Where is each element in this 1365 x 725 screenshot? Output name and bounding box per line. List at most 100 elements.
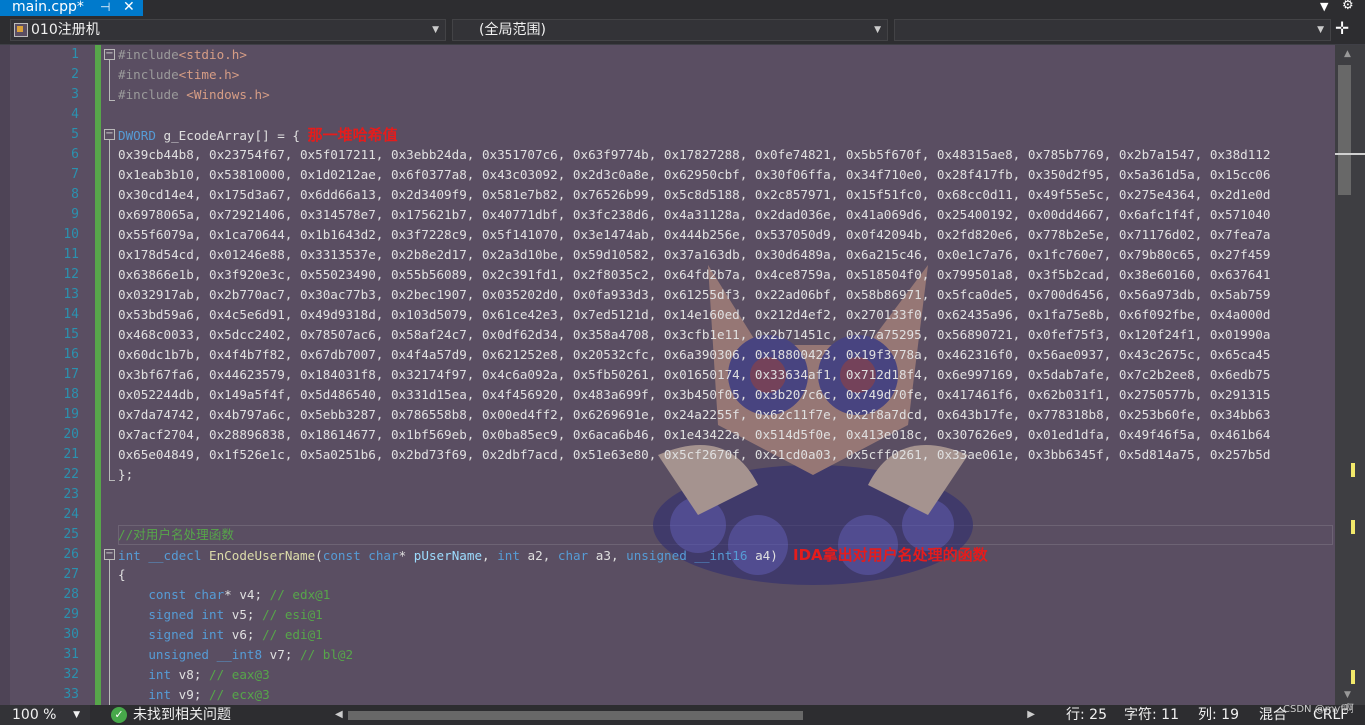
project-icon [14,23,28,37]
line-number: 6 [71,147,79,162]
zoom-combo[interactable]: 100 % ▼ [0,705,90,725]
code-line-hash-row: 0x468c0033, 0x5dcc2402, 0x78507ac6, 0x58… [118,327,1271,342]
horizontal-scrollbar[interactable]: ◀ ▶ [330,705,1040,725]
code-line-hash-row: 0x7acf2704, 0x28896838, 0x18614677, 0x1b… [118,427,1271,442]
fold-guide [109,100,115,101]
selection-margin [0,45,10,705]
code-line-hash-row: 0x63866e1b, 0x3f920e3c, 0x55023490, 0x55… [118,267,1271,282]
code-line-27: { [118,567,126,582]
line-number: 33 [63,687,79,702]
code-line-32: int v8; // eax@3 [148,667,270,682]
line-number: 22 [63,467,79,482]
code-line-hash-row: 0x7da74742, 0x4b797a6c, 0x5ebb3287, 0x78… [118,407,1271,422]
tab-dropdown-icon[interactable]: ▼ [1320,0,1328,13]
line-number: 28 [63,587,79,602]
horizontal-scroll-thumb[interactable] [348,711,803,720]
line-number: 16 [63,347,79,362]
line-number: 1 [71,47,79,62]
line-number: 7 [71,167,79,182]
line-number: 12 [63,267,79,282]
code-line-hash-row: 0x53bd59a6, 0x4c5e6d91, 0x49d9318d, 0x10… [118,307,1271,322]
issues-status[interactable]: 未找到相关问题 [133,705,231,725]
code-line-28: const char* v4; // edx@1 [148,587,331,602]
project-name: 010注册机 [31,22,100,38]
gear-icon[interactable]: ⚙ [1342,0,1354,13]
code-line-hash-row: 0x032917ab, 0x2b770ac7, 0x30ac77b3, 0x2b… [118,287,1271,302]
code-line-29: signed int v5; // esi@1 [148,607,323,622]
split-window-icon[interactable]: ✛ [1335,19,1349,39]
vertical-scrollbar[interactable]: ▲ ▼ [1335,45,1365,705]
member-combo[interactable]: ▼ [894,19,1331,41]
code-editor[interactable]: 1 2 3 4 5 6 7 8 9 10 11 12 13 14 15 16 17 18 19 20 21 22 23 24 2… [0,45,1335,705]
chevron-down-icon: ▼ [874,25,881,35]
project-combo[interactable]: 010注册机 ▼ [10,19,446,41]
line-number: 4 [71,107,79,122]
fold-guide [109,480,115,481]
code-line-33: int v9; // ecx@3 [148,687,270,702]
line-number: 5 [71,127,79,142]
code-line-31: unsigned __int8 v7; // bl@2 [148,647,354,662]
navigation-bar: 010注册机 ▼ (全局范围) ▼ ▼ [0,16,1365,45]
status-bar: 100 % ▼ ✓ 未找到相关问题 ◀ ▶ 行: 25 字符: 11 列: 19… [0,705,1365,725]
watermark: CSDN @myf啊 [1283,704,1354,715]
zoom-level: 100 % [12,707,57,723]
code-line-hash-row: 0x65e04849, 0x1f526e1c, 0x5a0251b6, 0x2b… [118,447,1271,462]
change-marker [1351,670,1355,684]
line-number: 17 [63,367,79,382]
line-number: 25 [63,527,79,542]
scope-name: (全局范围) [479,22,546,38]
code-line-25: //对用户名处理函数 [118,527,234,542]
line-number: 29 [63,607,79,622]
code-line-2: #include<time.h> [118,67,240,82]
fold-guide [109,140,110,480]
chevron-down-icon: ▼ [432,25,439,35]
line-number: 9 [71,207,79,222]
line-number: 2 [71,67,79,82]
line-number: 13 [63,287,79,302]
char-indicator: 字符: 11 [1124,707,1179,723]
row-indicator: 行: 25 [1066,707,1107,723]
collapse-icon[interactable]: − [104,129,115,140]
code-line-30: signed int v6; // edi@1 [148,627,323,642]
tab-title: main.cpp* [12,0,84,15]
pin-icon[interactable]: ⊣ [100,0,110,15]
code-line-hash-row: 0x3bf67fa6, 0x44623579, 0x184031f8, 0x32… [118,367,1271,382]
scroll-right-icon[interactable]: ▶ [1027,705,1035,725]
line-number: 26 [63,547,79,562]
chevron-down-icon: ▼ [73,710,80,720]
code-line-hash-row: 0x39cb44b8, 0x23754f67, 0x5f017211, 0x3e… [118,147,1271,162]
scroll-down-icon[interactable]: ▼ [1344,690,1351,700]
line-number: 32 [63,667,79,682]
change-tracking-bar [95,45,101,705]
line-number: 3 [71,87,79,102]
annotation-ida-function: IDA拿出对用户名处理的函数 [793,546,988,564]
caret-position-marker [1335,153,1365,155]
code-line-22: }; [118,467,134,482]
line-number: 27 [63,567,79,582]
line-number: 31 [63,647,79,662]
code-line-hash-row: 0x052244db, 0x149a5f4f, 0x5d486540, 0x33… [118,387,1271,402]
scroll-left-icon[interactable]: ◀ [335,705,343,725]
check-circle-icon: ✓ [111,707,127,723]
line-number: 23 [63,487,79,502]
code-line-hash-row: 0x60dc1b7b, 0x4f4b7f82, 0x67db7007, 0x4f… [118,347,1271,362]
vertical-scroll-thumb[interactable] [1338,65,1351,195]
line-number: 8 [71,187,79,202]
collapse-icon[interactable]: − [104,49,115,60]
annotation-hash-values: 那一堆哈希值 [307,126,398,144]
code-line-5: DWORD g_EcodeArray[] = { 那一堆哈希值 [118,126,398,144]
close-icon[interactable]: ✕ [123,0,135,15]
line-number: 24 [63,507,79,522]
line-number: 11 [63,247,79,262]
tab-main-cpp[interactable]: main.cpp* ⊣ ✕ [0,0,143,16]
document-tab-bar: main.cpp* ⊣ ✕ ▼ ⚙ [0,0,1365,16]
collapse-icon[interactable]: − [104,549,115,560]
chevron-down-icon: ▼ [1317,25,1324,35]
col-indicator: 列: 19 [1198,707,1239,723]
code-line-hash-row: 0x178d54cd, 0x01246e88, 0x3313537e, 0x2b… [118,247,1271,262]
scope-combo[interactable]: (全局范围) ▼ [452,19,888,41]
fold-guide [109,560,110,705]
change-marker [1351,463,1355,477]
line-number: 18 [63,387,79,402]
scroll-up-icon[interactable]: ▲ [1344,49,1351,59]
